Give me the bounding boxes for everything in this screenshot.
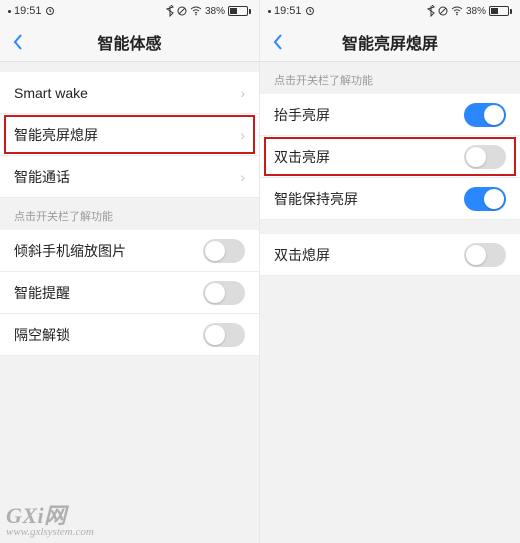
- page-title: 智能体感: [0, 30, 259, 54]
- nav-list: Smart wake › 智能亮屏熄屏 › 智能通话 ›: [0, 72, 259, 198]
- toggle-switch[interactable]: [464, 145, 506, 169]
- toggle-list: 倾斜手机缩放图片 智能提醒 隔空解锁: [0, 230, 259, 356]
- row-air-unlock[interactable]: 隔空解锁: [0, 314, 259, 356]
- chevron-right-icon: ›: [240, 169, 245, 185]
- row-label: 智能提醒: [14, 283, 70, 303]
- row-label: 智能通话: [14, 167, 70, 187]
- row-smart-wake[interactable]: Smart wake ›: [0, 72, 259, 114]
- watermark-title: GXi网: [6, 504, 94, 527]
- row-double-tap-sleep[interactable]: 双击熄屏: [260, 234, 520, 276]
- toggle-switch[interactable]: [464, 243, 506, 267]
- alarm-icon: [45, 6, 55, 16]
- nav-bar: 智能体感: [0, 22, 259, 62]
- watermark-url: www.gxlsystem.com: [6, 527, 94, 539]
- chevron-left-icon: [12, 33, 24, 51]
- watermark: GXi网 www.gxlsystem.com: [6, 504, 94, 539]
- row-raise-wake[interactable]: 抬手亮屏: [260, 94, 520, 136]
- phone-left: 19:51 38% 智能体感 Smart wake ›: [0, 0, 260, 543]
- toggle-switch[interactable]: [464, 103, 506, 127]
- alarm-icon: [305, 6, 315, 16]
- nav-bar: 智能亮屏熄屏: [260, 22, 520, 62]
- row-label: 双击亮屏: [274, 147, 330, 167]
- row-label: 隔空解锁: [14, 325, 70, 345]
- battery-icon: [228, 6, 251, 16]
- battery-icon: [489, 6, 512, 16]
- bluetooth-icon: [166, 5, 174, 17]
- dnd-icon: [438, 6, 448, 16]
- section-header: 点击开关栏了解功能: [0, 198, 259, 230]
- toggle-switch[interactable]: [203, 239, 245, 263]
- status-bar: 19:51 38%: [0, 0, 259, 22]
- row-keep-screen-on[interactable]: 智能保持亮屏: [260, 178, 520, 220]
- status-time: 19:51: [14, 5, 42, 17]
- section-header: 点击开关栏了解功能: [260, 62, 520, 94]
- section-gap: [260, 220, 520, 234]
- row-label: 双击熄屏: [274, 245, 330, 265]
- dnd-icon: [177, 6, 187, 16]
- row-label: Smart wake: [14, 85, 88, 101]
- chevron-right-icon: ›: [240, 85, 245, 101]
- back-button[interactable]: [8, 32, 28, 52]
- row-label: 倾斜手机缩放图片: [14, 241, 126, 261]
- row-double-tap-wake[interactable]: 双击亮屏: [260, 136, 520, 178]
- battery-pct: 38%: [205, 6, 225, 17]
- status-time: 19:51: [274, 5, 302, 17]
- back-button[interactable]: [268, 32, 288, 52]
- battery-pct: 38%: [466, 6, 486, 17]
- chevron-left-icon: [272, 33, 284, 51]
- toggle-list-2: 双击熄屏: [260, 234, 520, 276]
- toggle-list-1: 抬手亮屏 双击亮屏 智能保持亮屏: [260, 94, 520, 220]
- row-tilt-zoom[interactable]: 倾斜手机缩放图片: [0, 230, 259, 272]
- row-label: 智能亮屏熄屏: [14, 125, 98, 145]
- phone-right: 19:51 38% 智能亮屏熄屏 点击开关栏了解功能 抬手亮屏: [260, 0, 520, 543]
- row-smart-screen[interactable]: 智能亮屏熄屏 ›: [0, 114, 259, 156]
- page-title: 智能亮屏熄屏: [260, 30, 520, 54]
- toggle-switch[interactable]: [203, 281, 245, 305]
- row-label: 抬手亮屏: [274, 105, 330, 125]
- toggle-switch[interactable]: [464, 187, 506, 211]
- wifi-icon: [190, 6, 202, 16]
- row-smart-call[interactable]: 智能通话 ›: [0, 156, 259, 198]
- chevron-right-icon: ›: [240, 127, 245, 143]
- row-label: 智能保持亮屏: [274, 189, 358, 209]
- bluetooth-icon: [427, 5, 435, 17]
- toggle-switch[interactable]: [203, 323, 245, 347]
- row-smart-remind[interactable]: 智能提醒: [0, 272, 259, 314]
- wifi-icon: [451, 6, 463, 16]
- status-bar: 19:51 38%: [260, 0, 520, 22]
